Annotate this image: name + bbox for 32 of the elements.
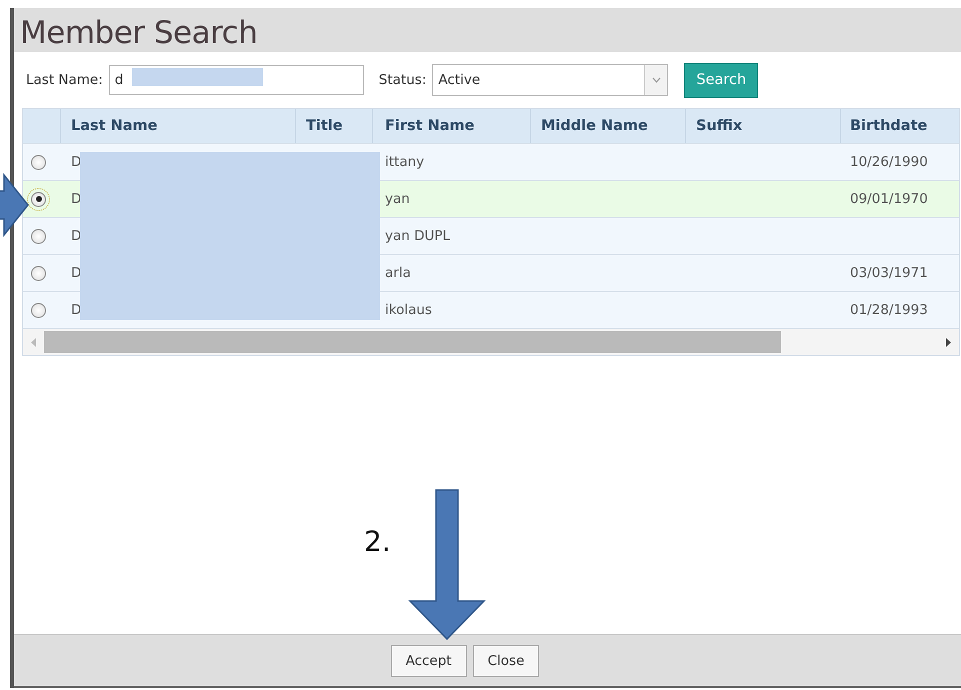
horizontal-scrollbar[interactable] xyxy=(23,329,959,355)
radio-button[interactable] xyxy=(31,266,46,280)
radio-button[interactable] xyxy=(31,228,46,244)
chevron-down-icon xyxy=(652,77,661,83)
table-cell: 09/01/1970 xyxy=(850,191,928,207)
table-cell: yan xyxy=(385,191,410,207)
table-cell: arla xyxy=(385,265,411,281)
table-cell: 01/28/1993 xyxy=(850,302,928,318)
column-header[interactable]: Last Name xyxy=(61,109,296,143)
table-cell: 03/03/1971 xyxy=(850,265,928,281)
last-name-label: Last Name: xyxy=(26,72,103,88)
scroll-left-icon[interactable] xyxy=(31,338,36,346)
table-cell: 10/26/1990 xyxy=(850,154,928,170)
table-cell: ikolaus xyxy=(385,302,432,318)
step-label: 2. xyxy=(364,525,391,558)
radio-button[interactable] xyxy=(31,302,46,318)
scroll-right-icon[interactable] xyxy=(946,338,951,346)
column-header[interactable]: Title xyxy=(296,109,373,143)
window-title: Member Search xyxy=(20,14,258,52)
dialog-button[interactable]: Close xyxy=(472,644,540,676)
table-cell: yan DUPL xyxy=(385,228,450,244)
arrow-annotation xyxy=(0,173,30,237)
status-label: Status: xyxy=(378,72,426,88)
column-header[interactable]: First Name xyxy=(373,109,531,143)
column-header[interactable]: Suffix xyxy=(686,109,841,143)
radio-button[interactable] xyxy=(31,154,46,170)
column-header[interactable]: Birthdate xyxy=(841,109,959,143)
column-header[interactable]: Middle Name xyxy=(531,109,686,143)
table-cell: ittany xyxy=(385,154,424,170)
last-name-field[interactable]: d xyxy=(108,65,364,95)
dialog-button[interactable]: Accept xyxy=(390,644,467,676)
status-dropdown[interactable]: Active xyxy=(432,64,668,96)
